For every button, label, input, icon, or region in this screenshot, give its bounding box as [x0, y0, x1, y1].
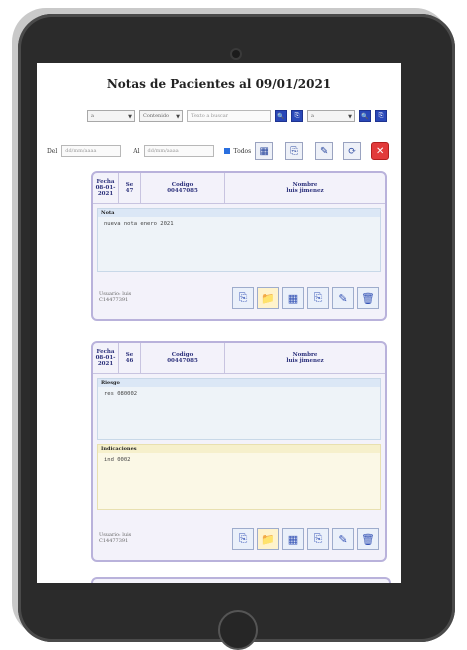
print-button[interactable]: ▦ — [282, 528, 304, 550]
duplicate-button[interactable]: ⎘ — [307, 287, 329, 309]
note-code: Codigo 00447085 — [141, 343, 225, 373]
grid-icon: ▦ — [259, 145, 269, 157]
edit-note-button[interactable]: ✎ — [332, 287, 354, 309]
note-card: Fecha 08-01-2021 Se 47 Codigo 00447085 Nomb… — [91, 171, 387, 321]
note-card: Fecha 08-01-2021 Se 46 Codigo 00447085 Nomb… — [91, 341, 387, 562]
refresh-button[interactable]: ⟳ — [343, 142, 362, 160]
note-actions: ⎘ 📁 ▦ ⎘ ✎ 🗑 — [232, 287, 379, 309]
date-row: Del dd/mm/aaaa Al dd/mm/aaaa Todos ▦ ⎘ ✎… — [47, 142, 390, 160]
search-input[interactable]: Texto a buscar — [187, 110, 271, 122]
note-name: Nombre luis jimenez — [286, 182, 324, 194]
open-folder-button[interactable]: 📁 — [257, 287, 279, 309]
all-label: Todos — [233, 147, 252, 155]
grid-view-button[interactable]: ▦ — [255, 142, 274, 160]
note-section: Indicaciones ind 0002 — [97, 444, 381, 510]
copy-icon: ⎘ — [238, 532, 248, 545]
edit-icon: ✎ — [338, 291, 348, 305]
note-code: Codigo 00447085 — [141, 173, 225, 203]
field-select[interactable]: Contenido ▼ — [139, 110, 183, 122]
note-footer: Usuario: luis C14477391 ⎘ 📁 ▦ ⎘ ✎ 🗑 — [99, 285, 379, 313]
trash-icon: 🗑 — [361, 291, 375, 305]
trash-icon: 🗑 — [361, 532, 375, 546]
duplicate-icon: ⎘ — [313, 532, 323, 545]
note-section: Riesgo res 080002 — [97, 378, 381, 440]
filter-icon: 🔍 — [361, 112, 369, 120]
note-user: Usuario: luis C14477391 — [99, 291, 132, 303]
note-card-partial — [91, 577, 391, 583]
open-folder-button[interactable]: 📁 — [257, 528, 279, 550]
section-label: Riesgo — [98, 379, 380, 387]
note-date: Fecha 08-01-2021 — [93, 343, 119, 373]
duplicate-icon: ⎘ — [313, 291, 323, 304]
copy-note-button[interactable]: ⎘ — [232, 528, 254, 550]
clear-icon: ⎘ — [294, 112, 300, 119]
edit-icon: ✎ — [320, 145, 329, 157]
section-text[interactable]: nueva nota enero 2021 — [98, 217, 380, 271]
close-button[interactable]: ✕ — [371, 142, 390, 160]
search-icon: 🔍 — [277, 112, 285, 120]
section-label: Nota — [98, 209, 380, 217]
filter-button[interactable]: 🔍 — [359, 110, 371, 122]
note-date: Fecha 08-01-2021 — [93, 173, 119, 203]
edit-button[interactable]: ✎ — [315, 142, 334, 160]
close-icon: ✕ — [376, 145, 385, 157]
note-header: Fecha 08-01-2021 Se 47 Codigo 00447085 Nomb… — [93, 173, 385, 204]
date-from-input[interactable]: dd/mm/aaaa — [61, 145, 122, 157]
home-button[interactable] — [218, 610, 258, 650]
note-name: Nombre luis jimenez — [286, 352, 324, 364]
folder-icon: 📁 — [261, 532, 275, 546]
select-field-1[interactable]: a ▼ — [87, 110, 135, 122]
refresh-icon: ⟳ — [348, 145, 357, 157]
copy-note-button[interactable]: ⎘ — [232, 287, 254, 309]
search-button[interactable]: 🔍 — [275, 110, 287, 122]
date-to-input[interactable]: dd/mm/aaaa — [143, 145, 214, 157]
all-checkbox[interactable] — [223, 148, 230, 154]
section-text[interactable]: ind 0002 — [98, 453, 380, 509]
note-se: Se 46 — [119, 343, 141, 373]
edit-note-button[interactable]: ✎ — [332, 528, 354, 550]
section-label: Indicaciones — [98, 445, 380, 453]
folder-icon: 📁 — [261, 291, 275, 305]
page-title: Notas de Pacientes al 09/01/2021 — [106, 77, 332, 91]
filter-clear-button[interactable]: ⎘ — [375, 110, 387, 122]
print-icon: ▦ — [287, 291, 299, 305]
note-footer: Usuario: luis C14477391 ⎘ 📁 ▦ ⎘ ✎ 🗑 — [99, 526, 379, 554]
app-screen: Notas de Pacientes al 09/01/2021 a ▼ Cont… — [37, 63, 401, 583]
date-from-label: Del — [47, 147, 58, 155]
delete-note-button[interactable]: 🗑 — [357, 287, 379, 309]
clear-button[interactable]: ⎘ — [291, 110, 303, 122]
section-text[interactable]: res 080002 — [98, 387, 380, 439]
note-section: Nota nueva nota enero 2021 — [97, 208, 381, 272]
note-user: Usuario: luis C14477391 — [99, 532, 132, 544]
duplicate-button[interactable]: ⎘ — [307, 528, 329, 550]
edit-icon: ✎ — [338, 532, 348, 546]
delete-note-button[interactable]: 🗑 — [357, 528, 379, 550]
note-se: Se 47 — [119, 173, 141, 203]
filter-clear-icon: ⎘ — [378, 112, 384, 119]
date-to-label: Al — [133, 147, 140, 155]
copy-icon: ⎘ — [238, 291, 248, 304]
select-field-3[interactable]: a ▼ — [307, 110, 355, 122]
note-header: Fecha 08-01-2021 Se 46 Codigo 00447085 Nomb… — [93, 343, 385, 374]
copy-icon: ⎘ — [290, 145, 299, 157]
camera-icon — [232, 50, 240, 58]
copy-button[interactable]: ⎘ — [285, 142, 304, 160]
print-button[interactable]: ▦ — [282, 287, 304, 309]
filter-row: a ▼ Contenido ▼ Texto a buscar 🔍 ⎘ a ▼ 🔍 ⎘ — [87, 109, 387, 123]
print-icon: ▦ — [287, 532, 299, 546]
note-actions: ⎘ 📁 ▦ ⎘ ✎ 🗑 — [232, 528, 379, 550]
